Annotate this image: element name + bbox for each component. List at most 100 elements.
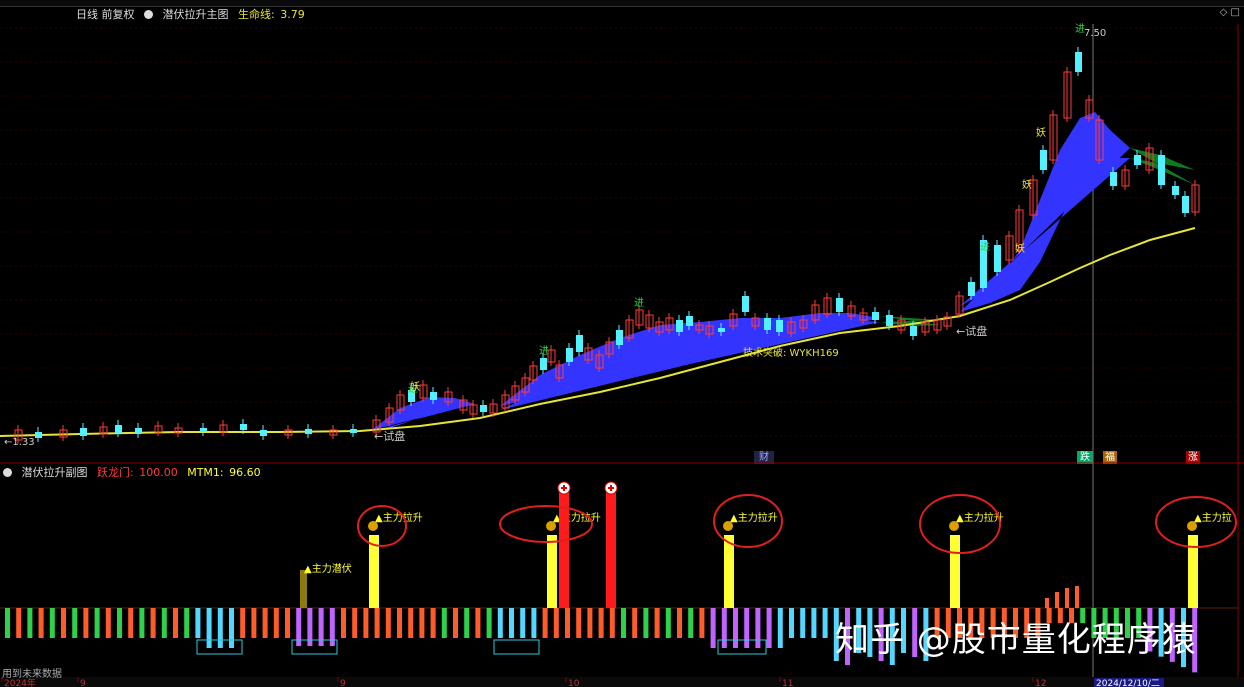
momentum-bar (643, 608, 649, 638)
momentum-bar (744, 608, 750, 648)
momentum-bar (139, 608, 145, 638)
candle-body (872, 312, 879, 320)
momentum-bar (16, 608, 22, 638)
momentum-bar (105, 608, 111, 638)
candle-body (994, 245, 1001, 272)
momentum-bar (262, 608, 268, 638)
momentum-bar (497, 608, 503, 638)
momentum-bar (374, 608, 380, 638)
momentum-bar (27, 608, 33, 638)
ribbon-segment (500, 313, 880, 410)
momentum-bar (520, 608, 526, 638)
signal-label: ▲主力拉 (1194, 511, 1232, 524)
money-bag-icon (723, 521, 733, 531)
momentum-bar (72, 608, 78, 638)
candle-body (1182, 196, 1189, 213)
x-axis: 2024年 9 9 10 11 12 2024/12/10/二 (0, 677, 1244, 687)
momentum-bar (240, 608, 246, 638)
momentum-bar (677, 608, 682, 638)
momentum-bar (49, 608, 55, 638)
momentum-bar (800, 608, 806, 638)
jin-marker: 进 (539, 345, 549, 357)
momentum-bar (721, 608, 727, 648)
momentum-bar (61, 608, 66, 638)
momentum-bar (587, 608, 593, 638)
candle-body (718, 328, 725, 332)
momentum-bar (1065, 588, 1069, 608)
axis-label: 9 (340, 679, 346, 687)
momentum-bar (363, 608, 369, 638)
momentum-bar (789, 608, 794, 638)
momentum-bar (38, 608, 44, 638)
candle-body (576, 335, 583, 352)
momentum-bar (665, 608, 671, 638)
yao-marker: 妖 (1036, 126, 1046, 139)
candle-body (686, 316, 693, 326)
momentum-bar (419, 608, 425, 638)
footnote-text: 用到未来数据 (2, 669, 62, 680)
momentum-bar (822, 608, 828, 638)
momentum-bar (565, 608, 570, 638)
candle-body (910, 326, 917, 336)
low-price-label: ←1.33 (4, 437, 35, 448)
candle-body (566, 348, 573, 362)
signal-label: ▲主力潜伏 (304, 562, 352, 575)
candle-body (676, 320, 683, 332)
momentum-bar (755, 608, 761, 648)
pull-up-bar (724, 535, 734, 608)
candle-body (135, 428, 142, 434)
money-bag-icon (949, 521, 959, 531)
axis-label: 9 (80, 679, 86, 687)
candle-body (305, 429, 312, 434)
momentum-bar (475, 608, 481, 638)
momentum-bar (83, 608, 89, 638)
yao-marker: 妖 (1022, 178, 1032, 191)
candle-body (1110, 172, 1117, 186)
momentum-bar (486, 608, 492, 638)
momentum-bar (441, 608, 447, 638)
candle-body (115, 425, 122, 433)
momentum-bar (464, 608, 470, 638)
highlight-ellipse (357, 505, 407, 547)
momentum-bar (273, 608, 279, 638)
trial-label: ←试盘 (374, 429, 405, 443)
axis-label: 12 (1035, 679, 1046, 687)
momentum-bar (453, 608, 458, 638)
candle-body (776, 320, 783, 332)
yao-marker: 妖 (410, 380, 420, 393)
momentum-bar (542, 608, 548, 638)
axis-label: 10 (568, 679, 580, 687)
momentum-bar (811, 608, 817, 638)
momentum-bar (184, 608, 190, 638)
candle-body (35, 432, 42, 438)
momentum-bar (408, 608, 414, 638)
jin-marker: 进 (634, 297, 644, 309)
signal-label: ▲主力拉升 (730, 511, 778, 524)
candle-body (480, 405, 487, 412)
momentum-bar (632, 608, 638, 638)
momentum-bar (1055, 592, 1059, 608)
candle-body (1134, 155, 1141, 165)
momentum-bar (733, 608, 738, 648)
momentum-bar (397, 608, 402, 638)
high-price-label: 7.50 (1084, 28, 1106, 39)
candle-body (1075, 52, 1082, 72)
momentum-bar (251, 608, 257, 638)
money-bag-icon (368, 521, 378, 531)
momentum-bar (688, 608, 694, 638)
momentum-bar (1075, 586, 1079, 608)
momentum-bar (150, 608, 156, 638)
momentum-bar (553, 608, 559, 638)
chart-canvas[interactable]: ←1.33 ←试盘←试盘技术突破: WYKH169进进进进进妖妖妖妖7.50 ▲主… (0, 0, 1244, 687)
pull-up-bar (547, 535, 557, 608)
candle-body (430, 392, 437, 400)
momentum-bar (217, 608, 223, 648)
jin-marker: 进 (980, 241, 990, 253)
momentum-bar (621, 608, 626, 638)
highlight-ellipse (499, 505, 593, 543)
money-bag-icon (1187, 521, 1197, 531)
momentum-bar (598, 608, 604, 638)
momentum-bar (161, 608, 167, 638)
momentum-bar (341, 608, 346, 638)
momentum-bar (766, 608, 772, 648)
